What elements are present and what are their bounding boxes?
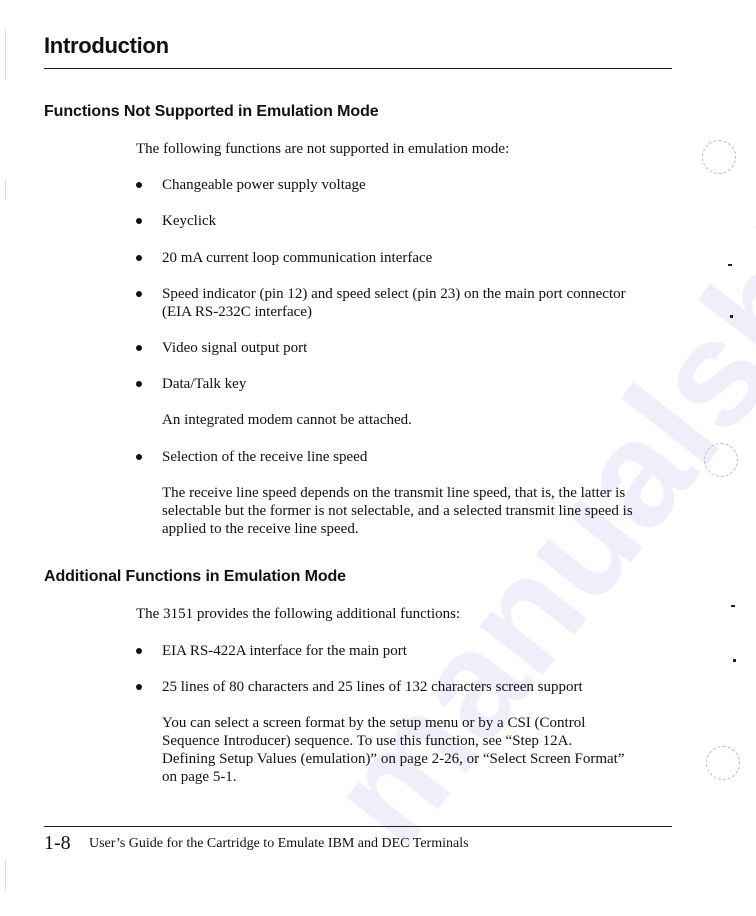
- margin-mark: [731, 605, 735, 607]
- list-item-note-line: on page 5-1.: [162, 769, 237, 785]
- list-item-note-line: You can select a screen format by the se…: [162, 715, 586, 731]
- list-item-note-line: applied to the receive line speed.: [162, 521, 359, 537]
- list-item-note: An integrated modem cannot be attached.: [162, 412, 412, 428]
- list-item: Changeable power supply voltage: [162, 177, 366, 193]
- chapter-title: Introduction: [44, 33, 169, 58]
- bullet-icon: [136, 381, 142, 387]
- section-intro: The 3151 provides the following addition…: [136, 606, 461, 622]
- footer-book-title: User’s Guide for the Cartridge to Emulat…: [89, 836, 469, 851]
- margin-mark: [730, 315, 733, 318]
- margin-mark: [728, 264, 732, 266]
- scan-edge-mark: [5, 180, 6, 200]
- punch-hole-icon: [706, 746, 740, 780]
- bullet-icon: [136, 182, 142, 188]
- list-item-note-line: Defining Setup Values (emulation)” on pa…: [162, 751, 625, 767]
- margin-mark: [733, 659, 736, 662]
- bullet-icon: [136, 345, 142, 351]
- footer-rule: [44, 826, 672, 827]
- list-item: 20 mA current loop communication interfa…: [162, 250, 433, 266]
- list-item-note-line: selectable but the former is not selecta…: [162, 503, 633, 519]
- bullet-icon: [136, 684, 142, 690]
- bullet-icon: [136, 291, 142, 297]
- section-heading-additional: Additional Functions in Emulation Mode: [44, 568, 346, 585]
- list-item-continuation: (EIA RS-232C interface): [162, 304, 312, 320]
- scan-edge-mark: [5, 30, 6, 80]
- list-item: EIA RS-422A interface for the main port: [162, 643, 407, 659]
- list-item: Keyclick: [162, 213, 217, 229]
- bullet-icon: [136, 218, 142, 224]
- list-item-note-line: The receive line speed depends on the tr…: [162, 485, 626, 501]
- list-item: Selection of the receive line speed: [162, 449, 368, 465]
- punch-hole-icon: [704, 443, 738, 477]
- footer-page-number: 1-8: [44, 832, 71, 854]
- section-heading-not-supported: Functions Not Supported in Emulation Mod…: [44, 103, 379, 120]
- bullet-icon: [136, 454, 142, 460]
- scan-edge-mark: [5, 860, 6, 890]
- bullet-icon: [136, 255, 142, 261]
- list-item: Video signal output port: [162, 340, 308, 356]
- bullet-icon: [136, 648, 142, 654]
- section-intro: The following functions are not supporte…: [136, 141, 510, 157]
- list-item: 25 lines of 80 characters and 25 lines o…: [162, 679, 583, 695]
- document-page: manualshive.com Introduction Functions N…: [0, 0, 756, 916]
- header-rule: [44, 68, 672, 69]
- list-item: Speed indicator (pin 12) and speed selec…: [162, 286, 626, 302]
- list-item: Data/Talk key: [162, 376, 247, 392]
- punch-hole-icon: [702, 140, 736, 174]
- list-item-note-line: Sequence Introducer) sequence. To use th…: [162, 733, 573, 749]
